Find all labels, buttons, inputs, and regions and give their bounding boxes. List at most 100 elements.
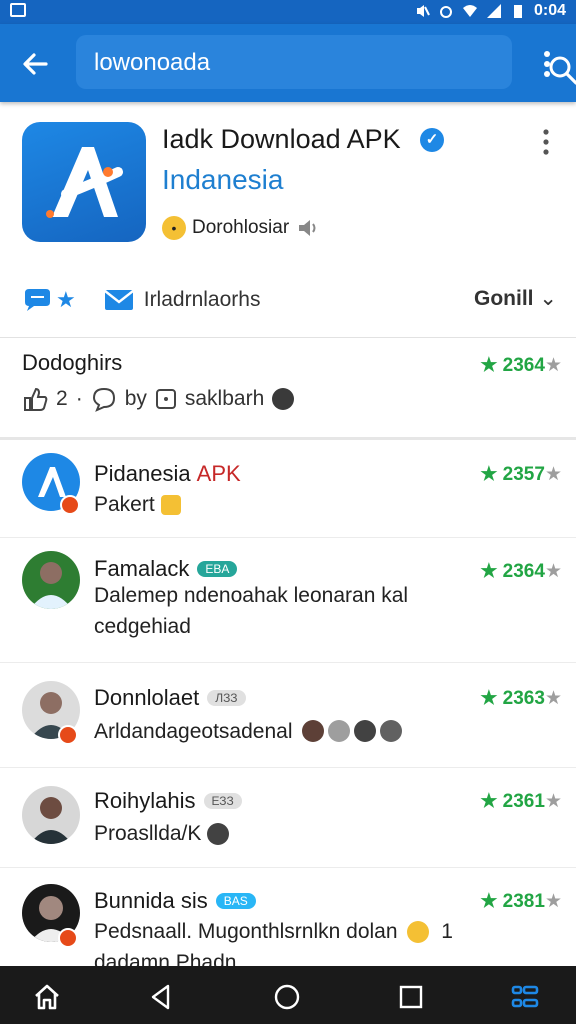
summary-title: Dodoghirs [22,350,123,375]
by-label: by [124,387,147,410]
comment-author: Pidanesia APK [94,461,241,487]
grey-star-icon[interactable]: ★ [545,688,562,709]
comment-bubble-icon[interactable] [91,386,117,412]
wifi-icon [462,5,477,17]
app-more-vert-icon[interactable] [536,126,556,158]
reaction-avatar[interactable] [207,823,230,846]
app-logo-icon [46,147,123,218]
grey-star-icon[interactable]: ★ [545,791,562,812]
comment-body: Pedsnaall. Mugonthlsrnlkn dolan 1 dadamn… [94,916,564,966]
grey-star-icon[interactable]: ★ [545,464,562,485]
separator-dot: · [75,387,83,410]
cat-emoji-icon: • [162,216,186,240]
avatar-badge-icon [58,725,78,745]
author-badge: ЕЗЗ [203,793,242,809]
person-avatar-icon [30,562,72,609]
chevron-down-icon: ⌄ [533,287,557,310]
signal-icon [486,4,501,18]
comment-author-name[interactable]: Bunnida sis [94,888,208,914]
comment-rating: ★ 2364★ [480,560,562,583]
back-arrow-icon[interactable] [16,44,56,84]
comment-author: Bunnida sis BAS [94,888,256,914]
green-star-icon: ★ [480,791,503,812]
comment-item[interactable]: Bunnida sis BAS Pedsnaall. Mugonthlsrnlk… [0,868,576,966]
app-subtitle[interactable]: Indanesia [162,164,283,196]
comment-body: Proasllda/K [94,818,454,849]
chat-bubble-icon[interactable] [22,287,52,313]
notification-icon [10,3,26,17]
comment-item[interactable]: Famalack EBA Dalemep ndenoahak leonaran … [0,538,576,663]
author-badge: ЛЗЗ [207,690,246,706]
home-icon[interactable] [32,982,62,1012]
reaction-avatar[interactable] [302,720,324,742]
comment-rating: ★ 2357★ [480,463,562,486]
likes-count: 2 [56,387,68,410]
grey-star-icon[interactable]: ★ [545,891,562,912]
app-title: Iadk Download APK [162,124,401,154]
thumbs-up-icon[interactable] [22,386,48,412]
green-star-icon: ★ [480,891,503,912]
tag-label[interactable]: Irladrnlaorhs [144,288,261,312]
rating-value: 2364 [502,355,545,376]
comment-item[interactable]: Pidanesia APK Pakert ★ 2357★ [0,441,576,538]
toolbar: lowonoada [0,24,576,102]
comment-body: Dalemep ndenoahak leonaran kal cedgehiad [94,584,409,638]
comment-author-name[interactable]: Famalack [94,556,189,582]
comment-author-name[interactable]: Donnlolaet [94,685,199,711]
green-star-icon: ★ [480,464,503,485]
developer-row: • Dorohlosiar [162,214,319,242]
developer-name[interactable]: Dorohlosiar [192,217,289,239]
comment-text: Pakert [94,493,155,516]
rating-value: 2381 [502,891,545,912]
status-bar: 0:04 [0,0,576,24]
comment-item[interactable]: Donnlolaet ЛЗЗ Arldandageotsadenal ★ 236… [0,663,576,768]
reaction-avatar[interactable] [380,720,402,742]
recents-icon[interactable] [396,982,426,1012]
home-circle-icon[interactable] [272,982,302,1012]
emoji-icon [160,495,181,516]
rating-value: 2357 [502,464,545,485]
comment-author-name[interactable]: Roihylahis [94,788,196,814]
green-star-icon: ★ [480,561,503,582]
avatar[interactable] [22,551,80,609]
app-switch-icon[interactable] [510,982,540,1012]
comment-item[interactable]: Roihylahis ЕЗЗ Proasllda/K ★ 2361★ [0,768,576,868]
comment-rating: ★ 2381★ [480,890,562,913]
search-query[interactable]: lowonoada [94,49,210,77]
star-icon[interactable]: ★ [56,287,76,313]
comment-text: Proasllda/K [94,822,202,845]
search-input[interactable]: lowonoada [76,35,576,89]
author-avatar [272,388,295,410]
emoji-icon [407,921,430,944]
mail-icon[interactable] [103,288,134,312]
comment-author-name[interactable]: Pidanesia [94,461,191,487]
app-icon[interactable] [22,122,146,242]
reaction-avatar[interactable] [328,720,350,742]
verified-icon: ✓ [420,128,444,152]
speaker-icon[interactable] [295,216,319,240]
summary: Dodoghirs 2 · by saklbarh ★ 2364★ [0,338,576,440]
avatar-badge-icon [58,928,78,948]
reaction-avatar[interactable] [354,720,376,742]
comment-text: Pedsnaall. Mugonthlsrnlkn dolan [94,920,398,943]
app-header: Iadk Download APK ✓ Indanesia • Dorohlos… [0,102,576,338]
person-avatar-icon [30,797,72,844]
more-vert-icon[interactable] [534,44,560,84]
comment-rating: ★ 2361★ [480,790,562,813]
system-nav-bar [0,966,576,1024]
summary-meta: 2 · by saklbarh [22,384,295,414]
back-triangle-icon[interactable] [146,982,176,1012]
grey-star-icon[interactable]: ★ [545,561,562,582]
green-star-icon: ★ [480,688,503,709]
comment-text: Arldandageotsadenal [94,720,293,743]
avatar[interactable] [22,786,80,844]
comment-text-line2: dadamn Phadn [94,951,237,966]
rating-value: 2364 [502,561,545,582]
summary-rating: ★ 2364★ [480,354,562,377]
square-dot-icon [155,389,176,409]
grey-star-icon[interactable]: ★ [545,355,562,376]
sort-label: Gonill [474,287,534,310]
comment-author-accent: APK [196,461,241,486]
sort-dropdown[interactable]: Gonill ⌄ [474,286,557,311]
author-name[interactable]: saklbarh [185,387,264,411]
